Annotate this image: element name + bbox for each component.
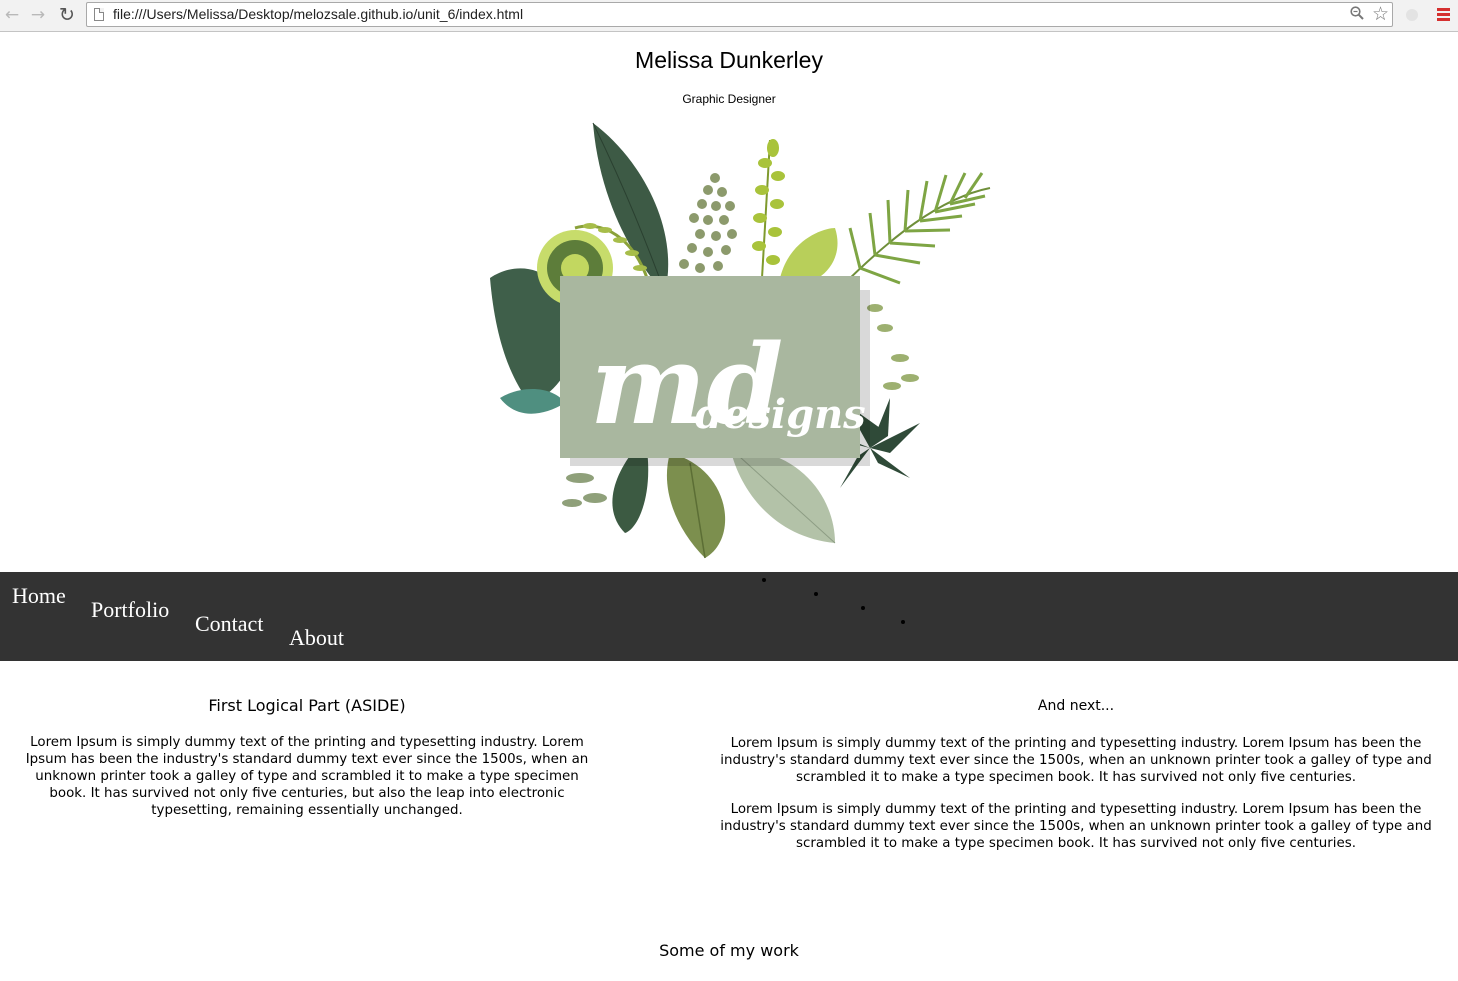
- main-nav: Home Portfolio Contact About: [0, 572, 1458, 661]
- section-paragraph: Lorem Ipsum is simply dummy text of the …: [720, 802, 1432, 851]
- zoom-icon[interactable]: [1350, 6, 1364, 20]
- section-heading: And next...: [1037, 698, 1115, 714]
- reload-icon[interactable]: ↻: [57, 5, 77, 25]
- section-paragraph: Lorem Ipsum is simply dummy text of the …: [720, 736, 1432, 785]
- back-icon[interactable]: ←: [2, 5, 22, 25]
- svg-text:designs: designs: [695, 391, 866, 438]
- md-designs-logo: md designs: [490, 122, 991, 559]
- browser-toolbar: ← → ↻ file:///Users/Melissa/Desktop/melo…: [0, 0, 1458, 32]
- extension-icon[interactable]: [1406, 9, 1418, 21]
- list-bullet: [762, 578, 766, 582]
- aside-heading: First Logical Part (ASIDE): [208, 696, 406, 715]
- address-bar[interactable]: file:///Users/Melissa/Desktop/melozsale.…: [86, 2, 1393, 27]
- aside-text: Lorem Ipsum is simply dummy text of the …: [25, 735, 589, 818]
- list-bullet: [814, 592, 818, 596]
- list-bullet: [861, 606, 865, 610]
- work-heading: Some of my work: [659, 941, 799, 960]
- nav-contact-link[interactable]: Contact: [195, 611, 263, 637]
- forward-icon[interactable]: →: [28, 5, 48, 25]
- site-subtitle: Graphic Designer: [682, 92, 776, 106]
- list-bullet: [901, 620, 905, 624]
- menu-icon[interactable]: [1437, 8, 1450, 22]
- url-text[interactable]: file:///Users/Melissa/Desktop/melozsale.…: [113, 6, 523, 22]
- nav-home-link[interactable]: Home: [12, 583, 66, 609]
- site-title: Melissa Dunkerley: [635, 47, 823, 73]
- nav-portfolio-link[interactable]: Portfolio: [91, 597, 169, 623]
- bookmark-star-icon[interactable]: ☆: [1372, 3, 1389, 25]
- page-icon: [94, 8, 104, 21]
- nav-about-link[interactable]: About: [289, 625, 344, 651]
